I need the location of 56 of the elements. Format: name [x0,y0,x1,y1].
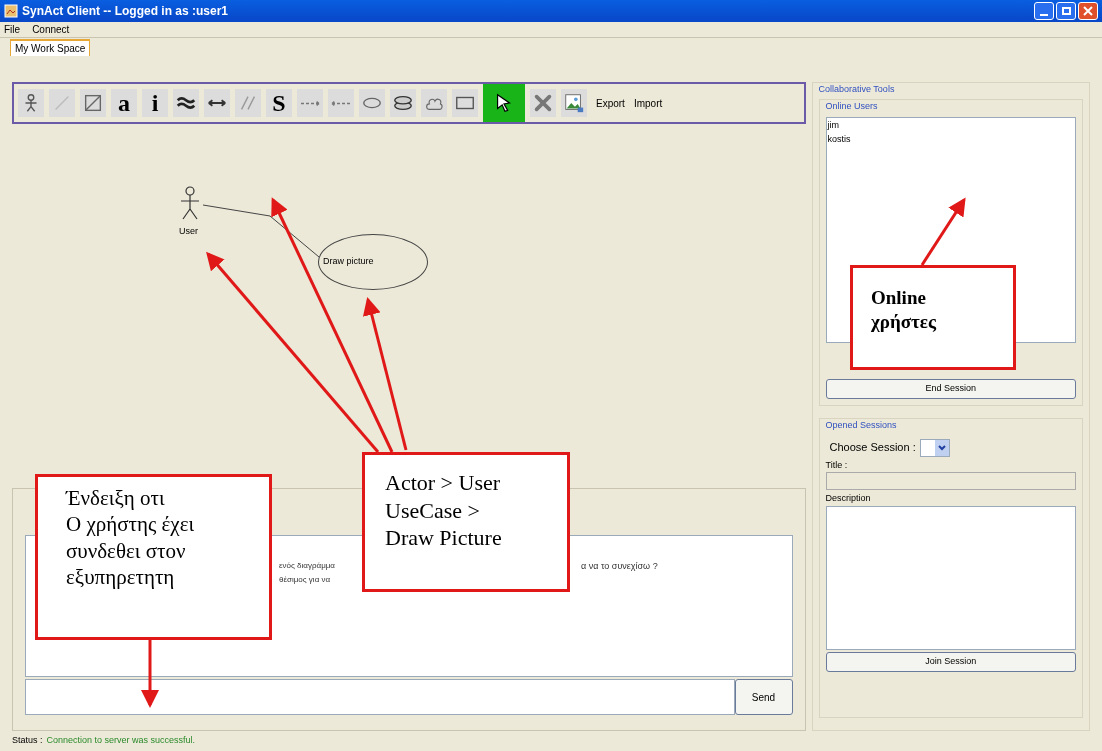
actor-icon [178,186,202,222]
message-field[interactable] [25,679,735,715]
left-arrow-icon [330,99,352,107]
callout-text: Ένδειξη οτι [66,485,166,512]
callout-text: UseCase > [385,496,481,524]
right-arrow-icon [299,99,321,107]
description-label: Description [825,492,872,505]
callout-text: Online [871,286,927,310]
send-button[interactable]: Send [734,679,793,715]
callout-text: συνδεθει στον [66,537,187,564]
chat-text: θέσιμος για να [279,574,332,586]
use-case-label: Draw picture [323,255,374,269]
group-title: Online Users [825,99,879,113]
tool-button[interactable]: i [142,89,168,117]
choose-session-label: Choose Session : [829,440,916,456]
session-dropdown[interactable] [919,438,950,457]
toolbar-link[interactable]: Export [596,95,625,111]
panel-title: Collaborative Tools [818,83,896,96]
close-icon [1083,6,1093,16]
image-icon [563,92,585,114]
menu-item[interactable]: File [4,22,21,37]
status-label: Status : [12,734,43,748]
tool-button[interactable] [483,84,525,122]
callout-text: Draw Picture [385,524,503,552]
user-item[interactable]: kostis [827,132,1074,146]
tool-button[interactable]: a [111,89,137,117]
callout-text: Actor > User [385,469,502,497]
tool-button[interactable] [173,89,199,117]
close-button[interactable] [1078,2,1098,20]
close-icon [532,92,554,114]
callout-text: χρήστες [871,309,938,334]
status-message: Connection to server was successful. [46,734,196,748]
toolbar-link[interactable]: Import [633,95,663,111]
chat-text: α να το συνεχίσω ? [581,560,658,573]
diagonal-box-icon [82,92,104,114]
join-session-button[interactable]: Join Session [825,651,1076,672]
group-title: Opened Sessions [825,419,898,432]
title-field[interactable] [825,472,1076,490]
app-icon [4,4,18,18]
tool-button[interactable] [204,89,230,117]
tab[interactable]: My Work Space [10,39,91,56]
menu-item[interactable]: Connect [32,22,70,37]
maximize-button[interactable] [1056,2,1076,20]
tool-button[interactable] [390,89,416,117]
callout-text: εξυπηρετητη [66,563,176,590]
end-session-button[interactable]: End Session [825,379,1076,399]
title-label: Title : [825,458,849,472]
user-item[interactable]: jim [827,119,1074,133]
description-field[interactable] [825,505,1076,650]
tool-button[interactable]: S [266,89,292,117]
actor-label: User [179,225,198,238]
window-title: SynAct Client -- Logged in as :user1 [22,3,229,20]
minimize-button[interactable] [1034,2,1054,20]
chat-text: ενός διαγράμμα [279,560,336,572]
caret-icon [937,444,946,451]
callout-text: Ο χρήστης έχει [66,511,196,538]
